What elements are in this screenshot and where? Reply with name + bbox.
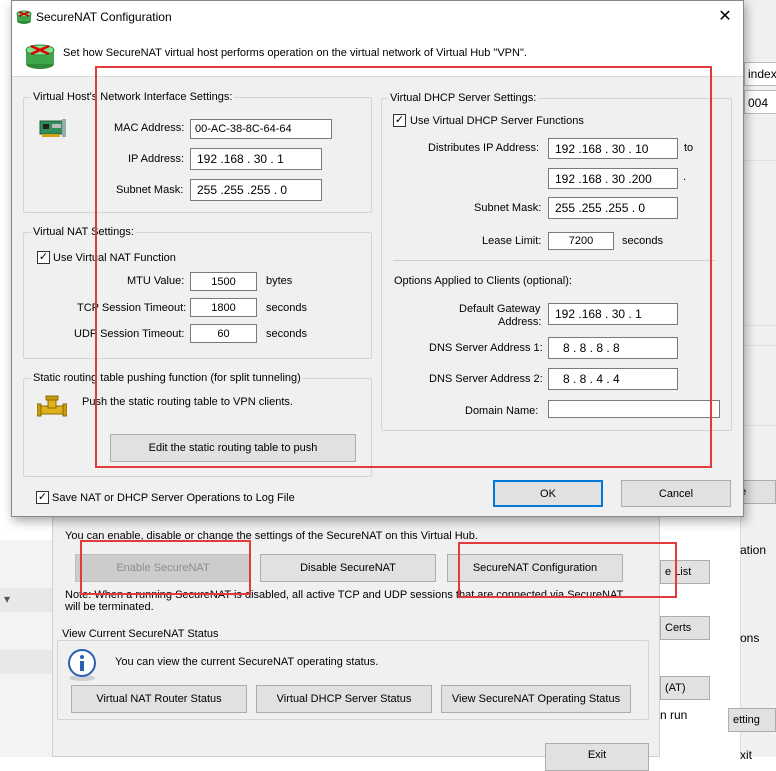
annotation-box-enable (80, 540, 251, 595)
dialog-title: SecureNAT Configuration (36, 10, 172, 24)
close-icon[interactable]: ✕ (715, 7, 735, 27)
operating-status-button[interactable]: View SecureNAT Operating Status (441, 685, 631, 713)
router-icon (24, 39, 56, 74)
network-card-icon (38, 118, 68, 143)
side-button-nat[interactable]: (AT) (660, 676, 710, 700)
save-log-checkbox[interactable]: ✓ (36, 491, 49, 504)
chevron-down-icon[interactable]: ▾ (4, 592, 10, 606)
divider (744, 345, 776, 346)
left-panel: ▾ (0, 540, 56, 757)
annotation-box-dialog (95, 66, 712, 468)
cancel-button[interactable]: Cancel (621, 480, 731, 507)
info-icon (65, 648, 99, 685)
side-label-exit: xit (740, 748, 752, 762)
divider (744, 160, 776, 161)
left-row (0, 650, 56, 674)
use-nat-checkbox[interactable]: ✓ (37, 251, 50, 264)
side-button-setting[interactable]: etting (728, 708, 776, 732)
tab-index[interactable]: index (744, 62, 776, 86)
title-bar: SecureNAT Configuration ✕ (12, 1, 743, 33)
dhcp-status-button[interactable]: Virtual DHCP Server Status (256, 685, 432, 713)
pipe-icon (36, 394, 68, 423)
disable-securenat-button[interactable]: Disable SecureNAT (260, 554, 436, 582)
divider (744, 325, 776, 326)
side-label-run: n run (660, 708, 688, 722)
router-status-button[interactable]: Virtual NAT Router Status (71, 685, 247, 713)
side-label-ation: ation (740, 543, 767, 557)
header-description: Set how SecureNAT virtual host performs … (63, 47, 527, 59)
tab-code[interactable]: 004 (744, 90, 776, 114)
side-button-certs[interactable]: Certs (660, 616, 710, 640)
app-icon (16, 9, 32, 28)
status-description: You can view the current SecureNAT opera… (115, 656, 379, 668)
status-group-title: View Current SecureNAT Status (60, 628, 221, 640)
side-label-ons: ons (740, 631, 760, 645)
exit-button[interactable]: Exit (545, 743, 649, 771)
annotation-box-configuration (458, 542, 677, 598)
divider (744, 425, 776, 426)
save-log-label: Save NAT or DHCP Server Operations to Lo… (52, 492, 295, 504)
ok-button[interactable]: OK (493, 480, 603, 507)
